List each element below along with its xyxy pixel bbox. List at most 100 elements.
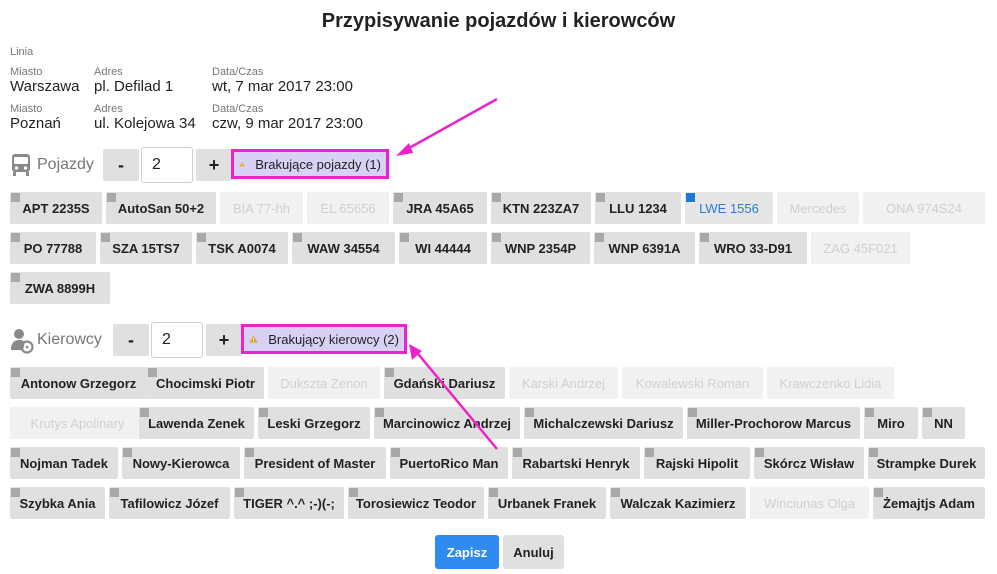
vehicles-increment-button[interactable]: + [196,149,232,181]
stop1-datetime: wt, 7 mar 2017 23:00 [212,78,353,95]
driver-chip[interactable]: Tafilowicz Józef [109,487,230,519]
driver-chip-label: Strampke Durek [876,455,977,471]
vehicle-chip[interactable]: SZA 15TS7 [100,232,192,264]
driver-chip-marker [259,408,268,417]
driver-chip-marker [755,448,764,457]
driver-chip[interactable]: Lawenda Zenek [139,407,254,439]
vehicle-chip-label: WNP 2354P [504,240,577,256]
driver-chip[interactable]: Miro [864,407,918,439]
vehicle-chip[interactable]: WNP 2354P [491,232,590,264]
driver-chip[interactable]: Leski Grzegorz [258,407,370,439]
vehicle-chip-label: LWE 1556 [699,200,759,216]
vehicle-chip[interactable]: JRA 45A65 [393,192,487,224]
driver-chip-marker [11,488,20,497]
driver-chip[interactable]: Marcinowicz Andrzej [374,407,520,439]
driver-chip[interactable]: Nojman Tadek [10,447,118,479]
driver-chip[interactable]: Strampke Durek [868,447,985,479]
stop1-city: Warszawa [10,78,80,95]
stop2-city: Poznań [10,115,61,132]
stop2-address-label: Adres [94,103,123,115]
vehicle-chip-label: TSK A0074 [208,240,276,256]
driver-chip-label: Szybka Ania [19,495,96,511]
driver-chip[interactable]: Torosiewicz Teodor [348,487,484,519]
stop2-address: ul. Kolejowa 34 [94,115,196,132]
driver-chip[interactable]: Walczak Kazimierz [610,487,746,519]
vehicle-chip-label: SZA 15TS7 [112,240,180,256]
driver-chip-marker [11,368,20,377]
driver-chip-marker [385,368,394,377]
vehicle-chip-marker [101,233,110,242]
driver-chip: Krawczenko Lidia [767,367,894,399]
driver-chip-label: TIGER ^.^ ;-)(-; [243,495,335,511]
driver-chip-label: Rajski Hipolit [655,455,739,471]
driver-chip-label: Miller-Prochorow Marcus [695,415,852,431]
vehicle-chip-label: KTN 223ZA7 [502,200,580,216]
vehicle-chip[interactable]: LWE 1556 [685,192,773,224]
vehicles-count-input[interactable] [141,147,193,183]
stop1-city-label: Miasto [10,66,43,78]
vehicle-chip[interactable]: AutoSan 50+2 [106,192,216,224]
driver-chip[interactable]: Antonow Grzegorz [10,367,147,399]
vehicle-chip: ONA 974S24 [863,192,985,224]
arrowhead-vehicles [396,143,413,156]
vehicle-chip-marker [595,233,604,242]
vehicle-chip-label: EL 65656 [320,200,376,216]
missing-drivers-warning: Brakujący kierowcy (2) [241,324,407,354]
driver-chip[interactable]: Nowy-Kierowca [122,447,240,479]
cancel-button[interactable]: Anuluj [503,535,564,569]
vehicle-chip-label: ZWA 8899H [24,280,96,296]
vehicle-chip[interactable]: WNP 6391A [594,232,695,264]
vehicle-chip-marker [11,273,20,282]
vehicle-chip[interactable]: WI 44444 [399,232,487,264]
driver-chip[interactable]: Urbanek Franek [488,487,606,519]
driver-chip[interactable]: PuertoRico Man [390,447,508,479]
driver-chip-label: Gdański Dariusz [393,375,496,391]
vehicle-chip[interactable]: APT 2235S [10,192,102,224]
missing-vehicles-text: Brakujące pojazdy (1) [255,156,381,172]
driver-chip[interactable]: NN [922,407,965,439]
driver-chip[interactable]: Chocimski Piotr [147,367,264,399]
vehicle-chip[interactable]: KTN 223ZA7 [491,192,591,224]
vehicle-chip[interactable]: WAW 34554 [292,232,395,264]
missing-vehicles-warning: Brakujące pojazdy (1) [231,149,389,179]
vehicle-chip-label: ZAG 45F021 [823,240,898,256]
stop1-address: pl. Defilad 1 [94,78,174,95]
save-button[interactable]: Zapisz [435,535,499,569]
vehicle-chip-marker [400,233,409,242]
vehicle-chip-marker [700,233,709,242]
driver-chip[interactable]: Gdański Dariusz [384,367,505,399]
stop2-datetime: czw, 9 mar 2017 23:00 [212,115,363,132]
vehicle-chip-label: JRA 45A65 [406,200,474,216]
drivers-decrement-button[interactable]: - [113,324,149,356]
driver-chip-label: Nojman Tadek [20,455,108,471]
vehicle-chip: BIA 77-hh [220,192,303,224]
vehicle-chip[interactable]: LLU 1234 [595,192,681,224]
driver-chip[interactable]: Rabartski Henryk [512,447,640,479]
drivers-increment-button[interactable]: + [206,324,242,356]
driver-chip-label: Chocimski Piotr [156,375,255,391]
vehicles-decrement-button[interactable]: - [103,149,139,181]
driver-chip-label: Karski Andrzej [521,375,606,391]
vehicle-chip: ZAG 45F021 [811,232,910,264]
missing-drivers-text: Brakujący kierowcy (2) [268,331,399,347]
stop2-city-label: Miasto [10,103,43,115]
drivers-count-input[interactable] [151,322,203,358]
driver-chip[interactable]: Żemajtjs Adam [873,487,985,519]
vehicle-chip[interactable]: WRO 33-D91 [699,232,807,264]
vehicle-chip[interactable]: PO 77788 [10,232,96,264]
driver-chip[interactable]: Rajski Hipolit [644,447,750,479]
driver-chip[interactable]: Szybka Ania [10,487,105,519]
stop2-datetime-label: Data/Czas [212,103,264,115]
driver-chip[interactable]: Miller-Prochorow Marcus [687,407,860,439]
driver-chip[interactable]: Michalczewski Dariusz [524,407,683,439]
vehicle-chip[interactable]: TSK A0074 [196,232,288,264]
driver-chip[interactable]: Skórcz Wisław [754,447,864,479]
driver-chip[interactable]: TIGER ^.^ ;-)(-; [234,487,344,519]
driver-chip-label: Leski Grzegorz [267,415,361,431]
driver-chip[interactable]: President of Master [244,447,386,479]
driver-chip-label: Urbanek Franek [497,495,597,511]
driver-chip-label: Torosiewicz Teodor [355,495,477,511]
vehicle-chip[interactable]: ZWA 8899H [10,272,110,304]
vehicles-label: Pojazdy [37,156,94,173]
vehicle-chip: EL 65656 [307,192,389,224]
